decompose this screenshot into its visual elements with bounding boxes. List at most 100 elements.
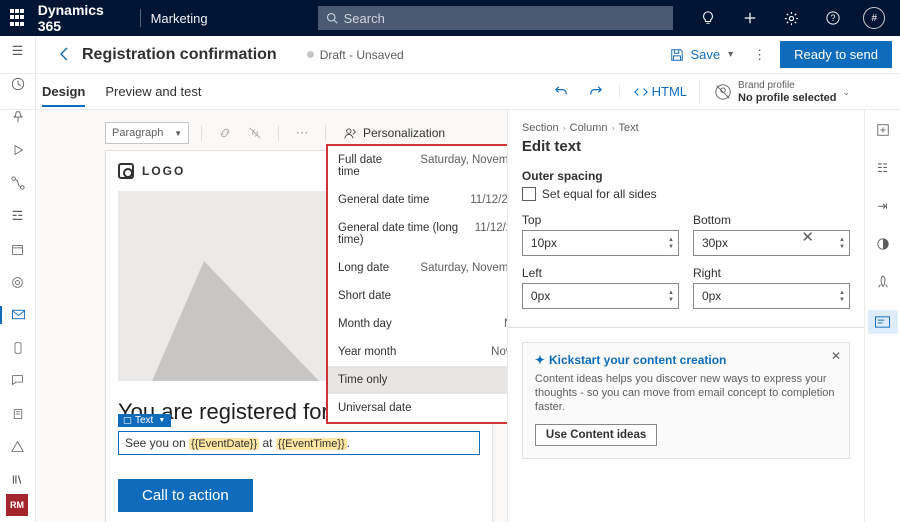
format-option[interactable]: Short date11/12/2022 xyxy=(328,282,507,310)
logo-icon xyxy=(118,163,134,179)
date-format-popup: Full date timeSaturday, November 12, 202… xyxy=(326,144,507,424)
format-option[interactable]: Universal date2022-11-12 xyxy=(328,394,507,422)
chat-icon[interactable] xyxy=(8,371,28,390)
app-launcher-icon[interactable] xyxy=(10,9,28,27)
logo-text: LOGO xyxy=(142,164,185,178)
phone-icon[interactable] xyxy=(8,338,28,357)
spinner-icon[interactable]: ▲▼ xyxy=(668,290,674,303)
tab-design[interactable]: Design xyxy=(42,76,85,107)
global-search[interactable]: Search xyxy=(318,6,673,30)
date-token[interactable]: {{EventDate}} xyxy=(189,438,259,450)
html-button[interactable]: HTML xyxy=(619,84,687,99)
bottom-input[interactable]: 30px▲▼ xyxy=(693,230,850,256)
properties-icon[interactable] xyxy=(868,310,898,334)
properties-panel: ✕ Section› Column› Text Edit text Outer … xyxy=(507,110,864,522)
equal-sides-label: Set equal for all sides xyxy=(542,187,657,201)
spinner-icon[interactable]: ▲▼ xyxy=(839,290,845,303)
tab-strip: Design Preview and test HTML Brand profi… xyxy=(0,74,900,110)
undo-button[interactable] xyxy=(551,81,573,103)
right-input[interactable]: 0px▲▼ xyxy=(693,283,850,309)
chevron-down-icon[interactable]: ▾ xyxy=(728,49,733,60)
text-frag-1: See you on xyxy=(125,436,189,450)
use-content-ideas-button[interactable]: Use Content ideas xyxy=(535,424,657,446)
more-commands[interactable]: ⋮ xyxy=(739,47,780,63)
selection-tag[interactable]: Text▼ xyxy=(118,414,171,427)
close-panel-button[interactable]: ✕ xyxy=(801,228,814,246)
person-icon xyxy=(344,127,357,140)
format-option[interactable]: Full date timeSaturday, November 12, 202… xyxy=(328,146,507,186)
status-indicator: Draft - Unsaved xyxy=(307,48,404,62)
area-switcher[interactable]: RM xyxy=(6,494,28,516)
chevron-down-icon: ⌄ xyxy=(842,86,850,98)
warning-icon[interactable] xyxy=(8,437,28,456)
format-option[interactable]: Long dateSaturday, November 12, 2022 xyxy=(328,254,507,282)
top-label: Top xyxy=(522,213,679,227)
ready-to-send-button[interactable]: Ready to send xyxy=(780,41,892,68)
page-title: Registration confirmation xyxy=(82,46,277,64)
profile-value: No profile selected xyxy=(738,92,836,104)
target-icon[interactable] xyxy=(8,273,28,292)
code-icon xyxy=(634,85,648,99)
text-frag-2: at xyxy=(259,436,276,450)
search-icon xyxy=(326,12,338,24)
profile-icon xyxy=(714,83,732,101)
tab-preview[interactable]: Preview and test xyxy=(105,76,201,107)
equal-sides-checkbox[interactable]: Set equal for all sides xyxy=(522,187,850,201)
journey-icon[interactable] xyxy=(8,174,28,193)
play-icon[interactable] xyxy=(8,141,28,160)
library-icon[interactable] xyxy=(8,470,28,489)
mail-icon[interactable] xyxy=(0,306,36,325)
pin-icon[interactable] xyxy=(8,108,28,127)
calendar-icon[interactable] xyxy=(8,240,28,259)
tip-title: ✦Kickstart your content creation xyxy=(535,353,837,367)
crumb-section[interactable]: Section xyxy=(522,122,559,134)
brand-profile-selector[interactable]: Brand profileNo profile selected ⌄ xyxy=(699,80,850,104)
status-text: Draft - Unsaved xyxy=(320,48,404,62)
form-icon[interactable] xyxy=(8,404,28,423)
format-option[interactable]: Month dayNovember 12 xyxy=(328,310,507,338)
theme-icon[interactable] xyxy=(873,234,893,254)
back-button[interactable] xyxy=(55,44,75,64)
rocket-icon[interactable] xyxy=(873,272,893,292)
layers-icon[interactable]: ☷ xyxy=(873,158,893,178)
profile-avatar[interactable]: # xyxy=(859,0,890,36)
list-icon[interactable]: ☲ xyxy=(8,207,28,226)
help-icon[interactable]: ? xyxy=(817,0,848,36)
panel-title: Edit text xyxy=(522,138,850,155)
format-option-selected[interactable]: Time only4:30 PM xyxy=(328,366,507,394)
bottom-label: Bottom xyxy=(693,213,850,227)
add-element-icon[interactable] xyxy=(873,120,893,140)
app-name: Marketing xyxy=(151,11,208,26)
canvas-toolbar: Paragraph▼ ⋯ Personalization xyxy=(105,122,493,144)
settings-icon[interactable] xyxy=(776,0,807,36)
content-ideas-tip: ✕ ✦Kickstart your content creation Conte… xyxy=(522,342,850,459)
personalization-label: Personalization xyxy=(363,126,445,140)
format-option[interactable]: General date time (long time)11/12/2022 … xyxy=(328,214,507,254)
text-tag-icon xyxy=(123,416,132,425)
profile-top-label: Brand profile xyxy=(738,80,836,92)
format-option[interactable]: Year monthNovember 2022 xyxy=(328,338,507,366)
unlink-icon[interactable] xyxy=(244,122,266,144)
paragraph-label: Paragraph xyxy=(112,127,163,139)
add-icon[interactable] xyxy=(734,0,765,36)
indent-icon[interactable]: ⇥ xyxy=(873,196,893,216)
lightbulb-icon[interactable] xyxy=(693,0,724,36)
dismiss-tip-button[interactable]: ✕ xyxy=(831,349,841,363)
redo-button[interactable] xyxy=(585,81,607,103)
left-label: Left xyxy=(522,266,679,280)
more-toolbar-icon[interactable]: ⋯ xyxy=(291,122,313,144)
link-icon[interactable] xyxy=(214,122,236,144)
top-input[interactable]: 10px▲▼ xyxy=(522,230,679,256)
spinner-icon[interactable]: ▲▼ xyxy=(839,237,845,250)
right-label: Right xyxy=(693,266,850,280)
global-nav: Dynamics 365 Marketing Search ? # xyxy=(0,0,900,36)
left-input[interactable]: 0px▲▼ xyxy=(522,283,679,309)
crumb-column[interactable]: Column xyxy=(570,122,608,134)
format-option[interactable]: General date time11/12/2022 4:30 PM xyxy=(328,186,507,214)
paragraph-dropdown[interactable]: Paragraph▼ xyxy=(105,122,189,144)
personalization-button[interactable]: Personalization xyxy=(344,126,445,140)
save-button[interactable]: Save ▾ xyxy=(664,43,739,66)
cta-button[interactable]: Call to action xyxy=(118,479,253,512)
spinner-icon[interactable]: ▲▼ xyxy=(668,237,674,250)
search-placeholder: Search xyxy=(344,11,385,26)
